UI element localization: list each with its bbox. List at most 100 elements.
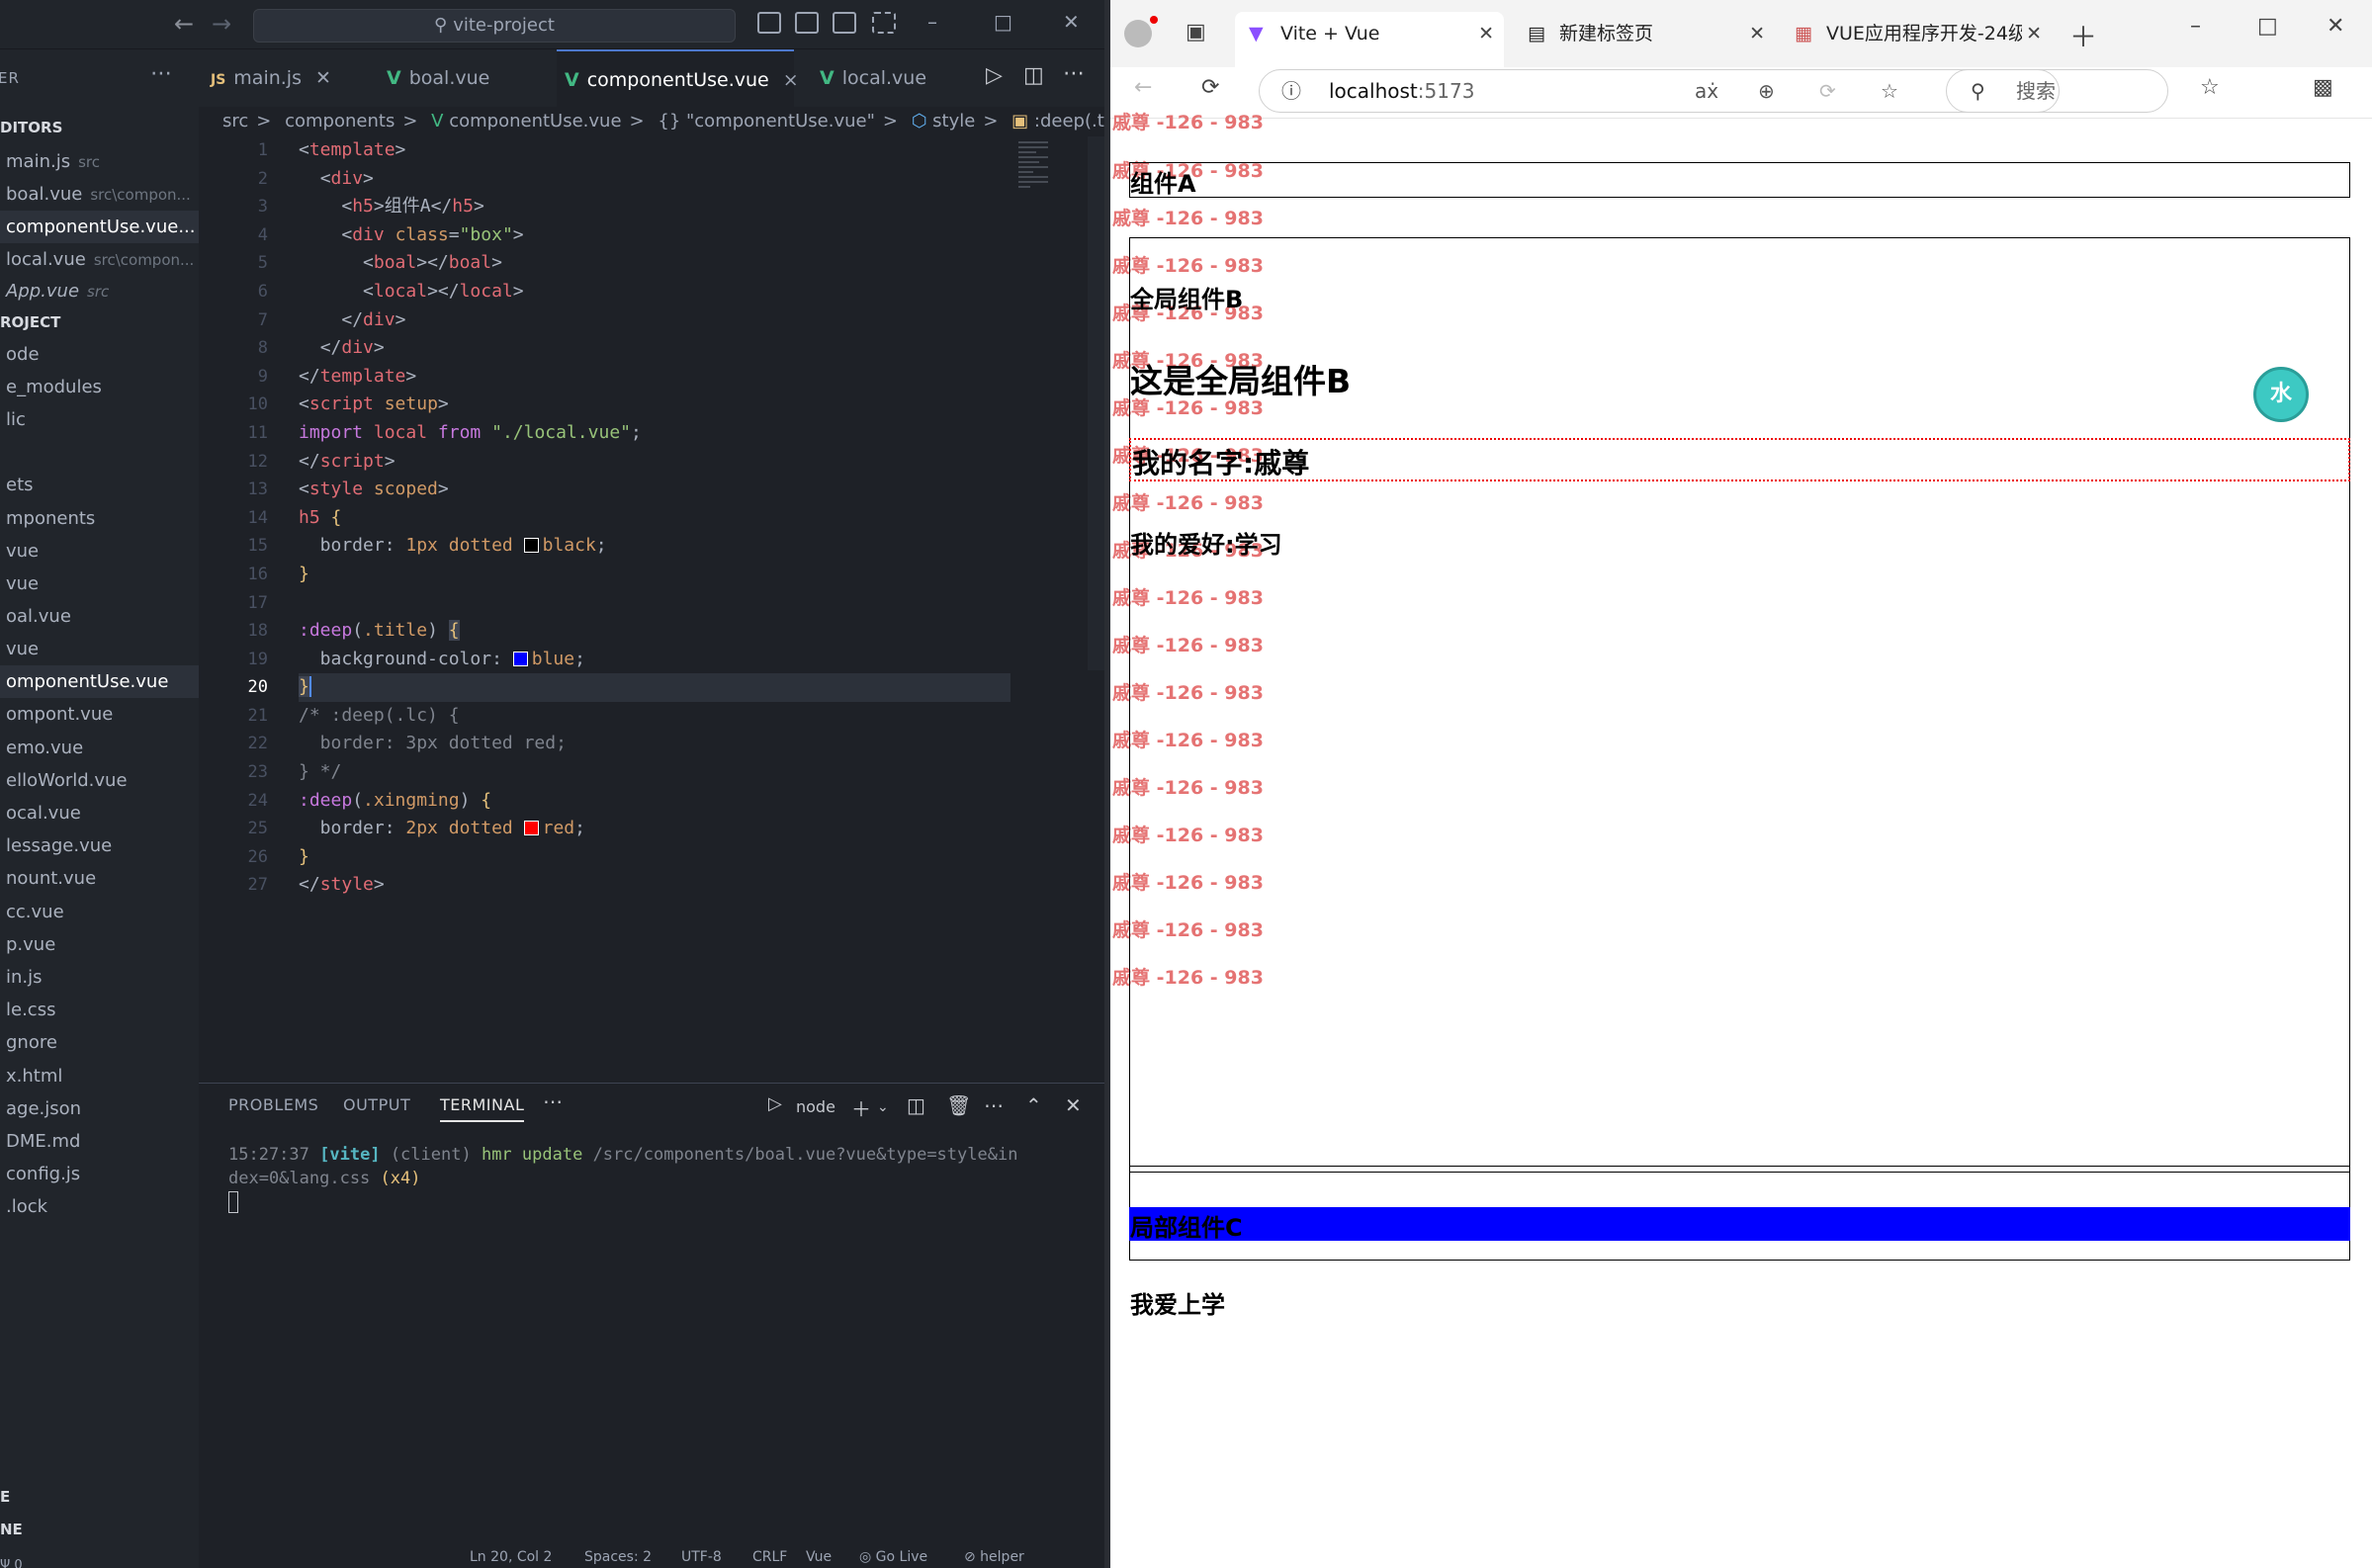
sidebar-toggle-icon[interactable]: ▩ [2313, 75, 2333, 100]
command-center[interactable]: ⚲ vite-project [253, 9, 736, 43]
more-actions-icon[interactable]: ⋯ [1063, 61, 1085, 86]
sidebar-item[interactable]: ets [0, 469, 199, 501]
maximize-icon[interactable]: □ [994, 10, 1012, 34]
sidebar-item[interactable]: cc.vue [0, 896, 199, 928]
customize-layout-icon[interactable] [872, 12, 896, 34]
sidebar-item[interactable]: gnore [0, 1026, 199, 1059]
sidebar-item[interactable]: vue [0, 567, 199, 600]
toggle-panel-icon[interactable] [795, 12, 819, 34]
sidebar-item[interactable]: config.js [0, 1158, 199, 1190]
new-tab-icon[interactable]: ＋ [2069, 16, 2097, 55]
new-terminal-icon[interactable]: ＋ [851, 1093, 871, 1122]
breadcrumb-item[interactable]: src [222, 111, 248, 131]
sidebar-item[interactable]: p.vue [0, 928, 199, 961]
close-icon[interactable]: ✕ [1063, 10, 1080, 34]
breadcrumb-item[interactable]: {} "componentUse.vue" [658, 111, 875, 131]
breadcrumb-item[interactable]: :deep(.title) [1034, 111, 1104, 131]
tab-main-js[interactable]: JS main.js ✕ [207, 49, 360, 107]
sidebar-item[interactable]: main.js src [0, 145, 199, 178]
minimize-icon[interactable]: – [2190, 14, 2201, 39]
favorites-icon[interactable]: ☆ [2200, 75, 2220, 100]
search-box[interactable]: ⚲ 搜索 [1946, 69, 2168, 113]
tab-actions-icon[interactable]: ▣ [1186, 20, 1206, 44]
sidebar-item[interactable]: age.json [0, 1092, 199, 1125]
chevron-down-icon[interactable]: ⌄ [877, 1099, 889, 1115]
sidebar-item[interactable]: le.css [0, 994, 199, 1026]
floating-avatar-icon[interactable]: 水 [2253, 367, 2309, 422]
toggle-sidebar-icon[interactable] [757, 12, 781, 34]
sidebar-item[interactable]: .lock [0, 1190, 199, 1223]
status-encoding[interactable]: UTF-8 [681, 1549, 722, 1565]
more-actions-icon[interactable]: ⋯ [543, 1089, 563, 1113]
tab-local-vue[interactable]: Vlocal.vue [820, 49, 958, 107]
url-field[interactable]: ⓘ localhost:5173 aẋ ⊕ ⟳ ☆ [1259, 69, 2060, 113]
breadcrumb-item[interactable]: components [285, 111, 395, 131]
sidebar-item[interactable]: emo.vue [0, 732, 199, 764]
timeline-section[interactable]: E [0, 1488, 10, 1506]
sidebar-item[interactable]: x.html [0, 1060, 199, 1092]
sidebar-item[interactable]: ode [0, 338, 199, 371]
sidebar-item[interactable]: ompont.vue [0, 698, 199, 731]
split-editor-icon[interactable]: ◫ [1023, 63, 1044, 88]
sidebar-item[interactable]: ocal.vue [0, 797, 199, 829]
editor-scrollbar[interactable] [1088, 136, 1104, 670]
info-icon[interactable]: ⓘ [1281, 70, 1301, 112]
status-go-live[interactable]: ◎ Go Live [859, 1549, 927, 1565]
sidebar-item[interactable]: lessage.vue [0, 829, 199, 862]
tab-terminal[interactable]: TERMINAL [440, 1095, 525, 1122]
close-tab-icon[interactable]: ✕ [315, 67, 331, 89]
sidebar-item[interactable]: nount.vue [0, 862, 199, 895]
sidebar-item[interactable]: boal.vue src\compon... [0, 178, 199, 211]
sidebar-item[interactable]: lic [0, 403, 199, 436]
sidebar-item[interactable]: oal.vue [0, 600, 199, 633]
browser-tab-newtab[interactable]: ▤ 新建标签页 ✕ [1516, 12, 1775, 55]
minimize-icon[interactable]: – [927, 10, 937, 34]
sidebar-section[interactable]: DITORS [0, 112, 199, 144]
tab-problems[interactable]: PROBLEMS [228, 1095, 318, 1114]
reload-icon[interactable]: ⟳ [1201, 75, 1219, 100]
back-arrow-icon[interactable]: ← [174, 10, 194, 38]
sidebar-item[interactable]: in.js [0, 961, 199, 994]
terminal-output[interactable]: 15:27:37 [vite] (client) hmr update /src… [228, 1143, 1089, 1214]
close-icon[interactable]: ✕ [2327, 14, 2344, 39]
sidebar-item[interactable] [0, 436, 199, 469]
status-eol[interactable]: CRLF [752, 1549, 787, 1565]
tab-componentuse-vue[interactable]: VcomponentUse.vue × [557, 49, 799, 107]
status-indentation[interactable]: Spaces: 2 [584, 1549, 652, 1565]
sidebar-item[interactable]: DME.md [0, 1125, 199, 1158]
code-editor[interactable]: <template> <div> <h5>组件A</h5> <div class… [299, 136, 1010, 900]
trash-icon[interactable]: 🗑 [946, 1093, 971, 1117]
tab-boal-vue[interactable]: Vboal.vue [387, 49, 555, 107]
breadcrumb-item[interactable]: componentUse.vue [449, 111, 621, 131]
sidebar-section[interactable]: ROJECT [0, 306, 199, 339]
status-helper[interactable]: ⊘ helper [964, 1549, 1024, 1565]
status-cursor-position[interactable]: Ln 20, Col 2 [470, 1549, 552, 1565]
sidebar-item[interactable]: vue [0, 535, 199, 567]
close-tab-icon[interactable]: × [783, 69, 799, 91]
minimap[interactable] [1018, 138, 1048, 227]
refresh-ext-icon[interactable]: ⟳ [1819, 70, 1836, 112]
close-panel-icon[interactable]: ✕ [1065, 1093, 1082, 1117]
favorite-star-icon[interactable]: ☆ [1881, 70, 1898, 112]
terminal-shell-label[interactable]: node [796, 1097, 835, 1116]
browser-tab-vite[interactable]: ▼ Vite + Vue ✕ [1235, 12, 1504, 67]
browser-tab-vue-course[interactable]: ▦ VUE应用程序开发-24级 ✕ [1785, 12, 2052, 55]
profile-avatar[interactable] [1124, 20, 1152, 47]
close-tab-icon[interactable]: ✕ [1478, 12, 1494, 55]
status-language[interactable]: Vue [806, 1549, 832, 1565]
breadcrumb-item[interactable]: style [932, 111, 975, 131]
maximize-panel-icon[interactable]: ⌃ [1025, 1093, 1042, 1117]
tab-output[interactable]: OUTPUT [343, 1095, 410, 1114]
split-terminal-icon[interactable]: ◫ [907, 1093, 925, 1117]
read-aloud-icon[interactable]: aẋ [1695, 70, 1718, 112]
close-tab-icon[interactable]: ✕ [1749, 12, 1765, 55]
sidebar-item[interactable]: e_modules [0, 371, 199, 403]
zoom-icon[interactable]: ⊕ [1758, 70, 1775, 112]
sidebar-item[interactable]: local.vue src\compon... [0, 243, 199, 276]
sidebar-item[interactable]: omponentUse.vue [0, 665, 199, 698]
sidebar-item[interactable]: componentUse.vue... [0, 211, 199, 243]
sidebar-item[interactable]: mponents [0, 502, 199, 535]
maximize-icon[interactable]: □ [2257, 14, 2278, 39]
sidebar-item[interactable]: elloWorld.vue [0, 764, 199, 797]
toggle-secondary-sidebar-icon[interactable] [833, 12, 856, 34]
